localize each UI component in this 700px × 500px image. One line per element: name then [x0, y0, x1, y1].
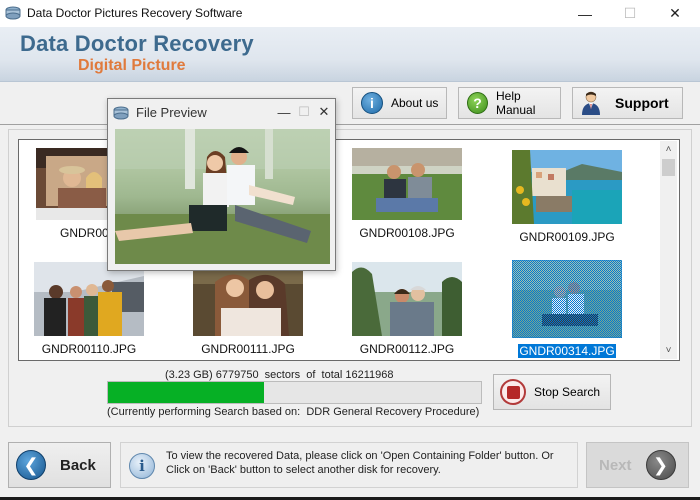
info-message-box: i To view the recovered Data, please cli…: [120, 442, 578, 488]
gallery-scrollbar[interactable]: ˄ ˅: [660, 141, 677, 359]
file-item[interactable]: GNDR00109.JPG: [497, 150, 637, 244]
info-icon: i: [361, 92, 383, 114]
file-name: GNDR00110.JPG: [41, 342, 137, 356]
chevron-left-icon: ❮: [16, 450, 46, 480]
title-bar: Data Doctor Pictures Recovery Software —…: [0, 0, 700, 27]
scrollbar-thumb[interactable]: [662, 159, 675, 176]
file-preview-window: File Preview — ☐ ✕: [107, 98, 336, 271]
back-label: Back: [60, 456, 96, 474]
file-name: GNDR00314.JPG: [518, 344, 616, 358]
stop-search-button[interactable]: Stop Search: [493, 374, 611, 410]
file-thumbnail: [34, 262, 144, 336]
about-us-button[interactable]: i About us: [352, 87, 447, 119]
progress-label: (3.23 GB) 6779750 sectors of total 16211…: [165, 369, 394, 381]
preview-maximize-button[interactable]: ☐: [294, 102, 314, 122]
file-thumbnail: [512, 150, 622, 224]
chevron-right-icon: ❯: [645, 450, 676, 480]
help-icon: ?: [467, 92, 488, 114]
next-label: Next: [599, 456, 632, 474]
file-thumbnail: [352, 262, 462, 336]
app-icon: [113, 106, 129, 120]
file-item[interactable]: GNDR00111.JPG: [178, 262, 318, 356]
support-person-icon: [582, 91, 600, 115]
brand-title: Data Doctor Recovery: [20, 31, 254, 56]
info-icon: i: [129, 453, 155, 479]
close-button[interactable]: ✕: [652, 0, 698, 27]
help-manual-button[interactable]: ? Help Manual: [458, 87, 561, 119]
next-button: Next ❯: [586, 442, 689, 488]
brand-subtitle: Digital Picture: [78, 57, 186, 74]
file-name: GNDR00111.JPG: [201, 342, 295, 356]
help-manual-label: Help Manual: [496, 89, 536, 117]
app-icon: [5, 6, 21, 20]
file-item-selected[interactable]: GNDR00314.JPG: [497, 260, 637, 358]
about-us-label: About us: [391, 96, 439, 110]
maximize-button[interactable]: ☐: [607, 0, 653, 27]
file-item[interactable]: GNDR00110.JPG: [19, 262, 159, 356]
file-thumbnail: [352, 148, 462, 220]
file-name: GNDR00112.JPG: [359, 342, 455, 356]
file-item[interactable]: GNDR00112.JPG: [337, 262, 477, 356]
file-thumbnail: [512, 260, 622, 338]
search-status-text: (Currently performing Search based on: D…: [107, 406, 480, 418]
preview-close-button[interactable]: ✕: [314, 102, 334, 122]
support-button[interactable]: Support: [572, 87, 683, 119]
progress-fill: [108, 382, 264, 403]
scroll-up-icon[interactable]: ˄: [660, 141, 677, 158]
support-label: Support: [615, 95, 669, 111]
file-thumbnail: [193, 262, 303, 336]
toolbar-divider: [0, 124, 700, 125]
window-title: Data Doctor Pictures Recovery Software: [27, 6, 243, 20]
file-name: GNDR00109.JPG: [519, 230, 615, 244]
info-message-text: To view the recovered Data, please click…: [166, 450, 554, 476]
file-item[interactable]: GNDR00108.JPG: [337, 148, 477, 240]
stop-icon: [500, 379, 526, 405]
file-name: GNDR00108.JPG: [359, 226, 455, 240]
progress-bar: [107, 381, 482, 404]
brand-banner: Data Doctor Recovery Digital Picture: [0, 27, 700, 82]
stop-search-label: Stop Search: [534, 385, 601, 399]
preview-minimize-button[interactable]: —: [274, 102, 294, 122]
scroll-down-icon[interactable]: ˅: [660, 342, 677, 359]
back-button[interactable]: ❮ Back: [8, 442, 111, 488]
preview-image: [115, 129, 330, 264]
preview-title: File Preview: [136, 105, 207, 120]
minimize-button[interactable]: —: [562, 0, 608, 27]
